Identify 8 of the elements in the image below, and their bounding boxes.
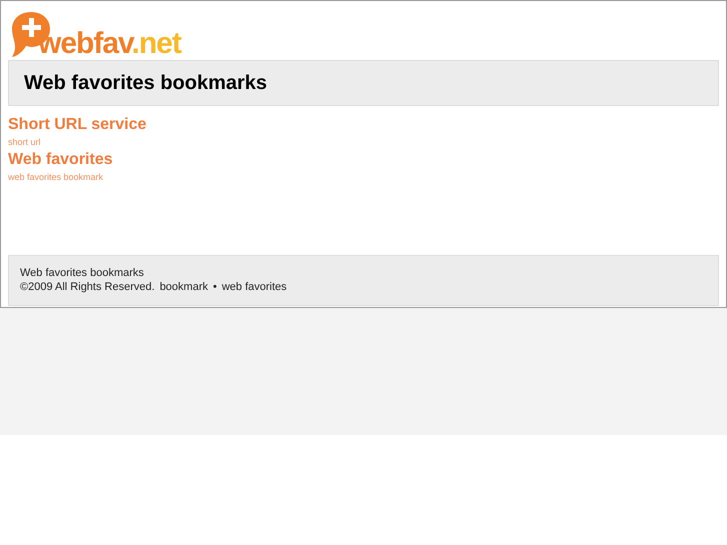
link-subtitle: web favorites bookmark [8, 171, 104, 184]
footer-link[interactable]: bookmark [160, 280, 208, 294]
footer-title: Web favorites bookmarks [20, 266, 145, 280]
page-title: Web favorites bookmarks [24, 71, 268, 96]
footer-link[interactable]: web favorites [222, 280, 287, 294]
copyright-text: ©2009 All Rights Reserved. [20, 280, 155, 294]
separator: • [212, 280, 217, 294]
link-subtitle: short url [8, 136, 41, 149]
